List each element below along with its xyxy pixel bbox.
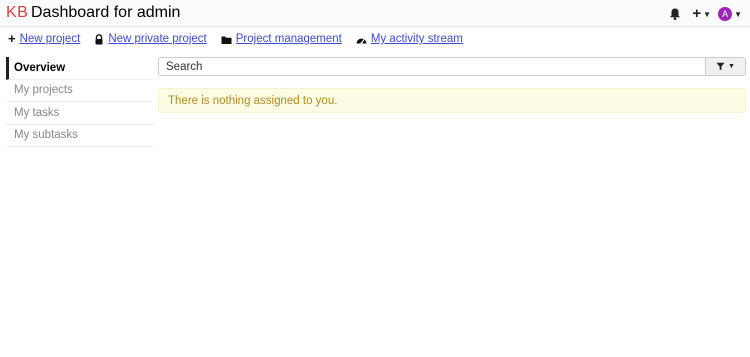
- folder-icon: [221, 34, 232, 44]
- filter-dropdown-button[interactable]: ▼: [705, 58, 745, 75]
- search-input[interactable]: [159, 58, 705, 75]
- action-bar: + New project New private project Projec…: [8, 32, 477, 46]
- new-project-action: + New project: [8, 31, 81, 46]
- new-project-link[interactable]: New project: [20, 33, 81, 45]
- empty-state-alert: There is nothing assigned to you.: [158, 88, 746, 113]
- bell-icon[interactable]: [668, 7, 682, 21]
- dashboard-icon: [356, 34, 367, 44]
- sidebar-item-my-subtasks[interactable]: My subtasks: [6, 125, 154, 147]
- user-menu-dropdown[interactable]: A ▼: [718, 7, 742, 21]
- avatar: A: [718, 7, 733, 21]
- activity-stream-action: My activity stream: [356, 33, 463, 45]
- add-menu-dropdown[interactable]: + ▼: [692, 5, 712, 22]
- sidebar: Overview My projects My tasks My subtask…: [6, 57, 154, 147]
- search-bar: ▼: [158, 57, 746, 76]
- plus-icon: +: [8, 31, 16, 46]
- lock-icon: [94, 34, 104, 45]
- alert-message: There is nothing assigned to you.: [168, 94, 338, 107]
- header-actions: + ▼ A ▼: [668, 6, 742, 22]
- filter-icon: [716, 62, 725, 71]
- sidebar-item-my-projects[interactable]: My projects: [6, 80, 154, 102]
- header: KB Dashboard for admin + ▼ A ▼: [0, 0, 750, 27]
- chevron-down-icon: ▼: [728, 63, 735, 70]
- logo[interactable]: KB: [6, 4, 28, 22]
- page-title: Dashboard for admin: [31, 4, 181, 21]
- project-management-action: Project management: [221, 33, 342, 45]
- new-private-project-link[interactable]: New private project: [108, 33, 206, 45]
- sidebar-item-my-tasks[interactable]: My tasks: [6, 102, 154, 125]
- chevron-down-icon: ▼: [734, 9, 742, 19]
- chevron-down-icon: ▼: [703, 9, 712, 19]
- activity-stream-link[interactable]: My activity stream: [371, 33, 463, 45]
- project-management-link[interactable]: Project management: [236, 33, 342, 45]
- sidebar-item-overview[interactable]: Overview: [6, 57, 154, 80]
- plus-icon: +: [692, 5, 702, 22]
- new-private-project-action: New private project: [94, 33, 207, 45]
